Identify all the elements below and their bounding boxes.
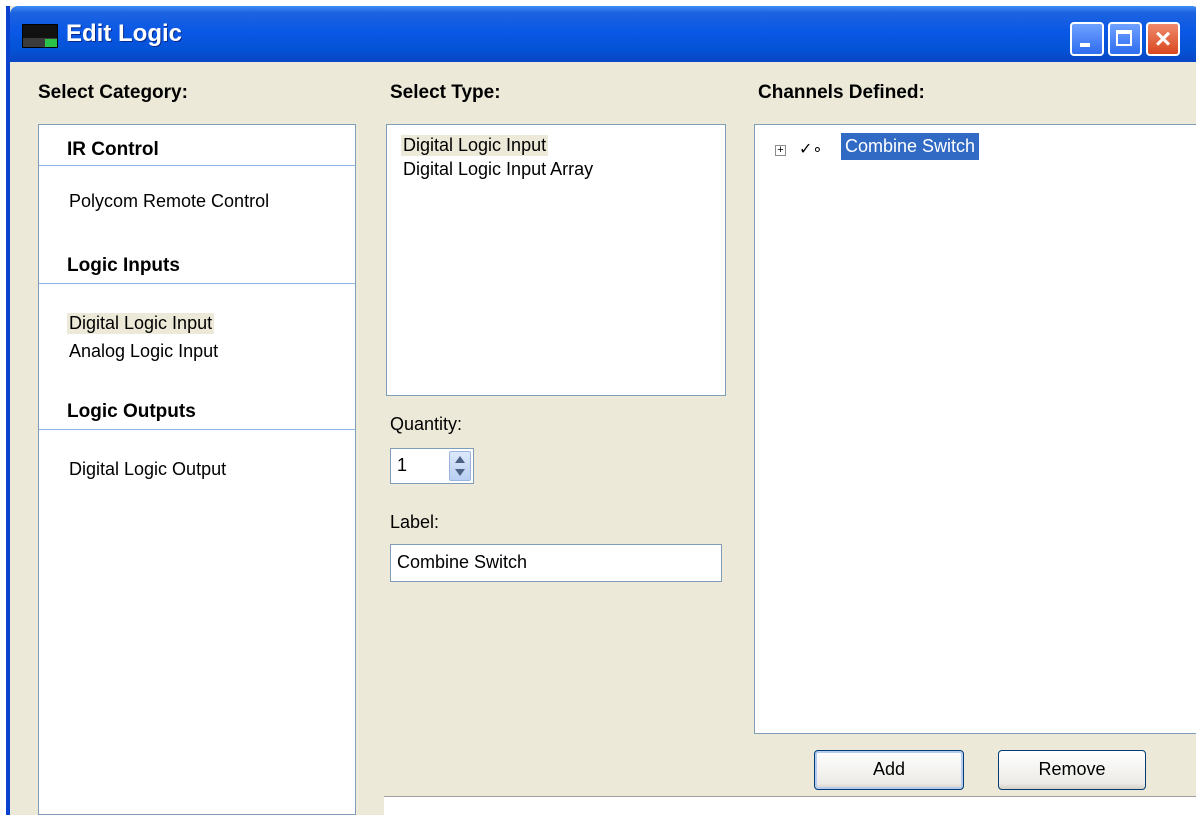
channel-item-combine-switch[interactable]: Combine Switch: [841, 133, 980, 160]
spinner-arrows-icon[interactable]: [449, 451, 471, 481]
close-icon[interactable]: ×: [1146, 22, 1180, 56]
category-header-logic-inputs: Logic Inputs: [67, 255, 180, 276]
category-divider: [39, 165, 355, 166]
channels-tree: + ✓∘ Combine Switch: [754, 124, 1196, 734]
quantity-label: Quantity:: [390, 414, 463, 434]
category-header-logic-outputs: Logic Outputs: [67, 401, 196, 422]
category-item-digital-logic-input[interactable]: Digital Logic Input: [67, 313, 215, 334]
minimize-icon[interactable]: [1070, 22, 1104, 56]
category-divider: [39, 429, 355, 430]
spin-up-icon[interactable]: [455, 456, 465, 463]
category-divider: [39, 283, 355, 284]
app-icon: [22, 24, 58, 48]
category-item-polycom-remote-control[interactable]: Polycom Remote Control: [67, 191, 271, 212]
type-item-digital-logic-input-array[interactable]: Digital Logic Input Array: [401, 159, 595, 180]
remove-button[interactable]: Remove: [998, 750, 1146, 790]
select-category-label: Select Category:: [38, 82, 188, 103]
select-type-label: Select Type:: [390, 82, 501, 103]
label-field-label: Label:: [390, 512, 440, 532]
category-header-ir-control: IR Control: [67, 139, 159, 160]
label-input[interactable]: Combine Switch: [390, 544, 722, 582]
type-item-digital-logic-input[interactable]: Digital Logic Input: [401, 135, 549, 156]
quantity-stepper[interactable]: 1: [390, 448, 474, 484]
edit-logic-window: Edit Logic × Select Category: Select Typ…: [6, 6, 1196, 815]
category-list: IR Control Polycom Remote Control Logic …: [38, 124, 356, 815]
tree-expand-icon[interactable]: +: [775, 145, 786, 156]
channels-defined-label: Channels Defined:: [758, 82, 925, 103]
quantity-value[interactable]: 1: [397, 455, 407, 476]
maximize-icon[interactable]: [1108, 22, 1142, 56]
add-button[interactable]: Add: [814, 750, 964, 790]
category-item-digital-logic-output[interactable]: Digital Logic Output: [67, 459, 228, 480]
bottom-panel-edge: [384, 796, 1196, 815]
category-item-analog-logic-input[interactable]: Analog Logic Input: [67, 341, 220, 362]
switch-icon: ✓∘: [799, 141, 823, 158]
window-title: Edit Logic: [66, 20, 182, 47]
title-bar[interactable]: Edit Logic ×: [10, 6, 1196, 62]
type-list: Digital Logic Input Digital Logic Input …: [386, 124, 726, 396]
spin-down-icon[interactable]: [455, 469, 465, 476]
